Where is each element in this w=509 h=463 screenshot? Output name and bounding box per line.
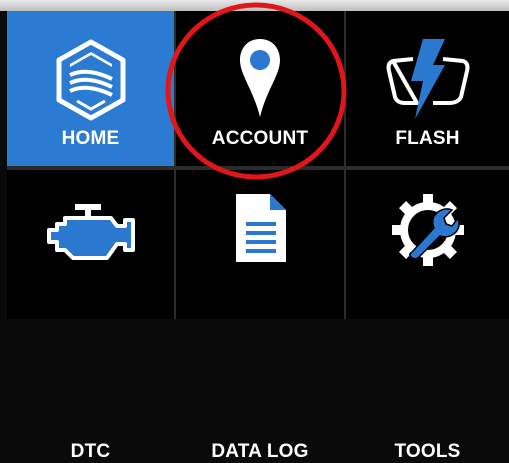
home-label: HOME [61,128,120,149]
account-label: ACCOUNT [211,128,309,149]
flash-icon [386,39,469,119]
flash-label: FLASH [395,128,460,149]
data-log-tile[interactable]: DATA LOG [176,170,344,462]
document-icon [236,194,286,262]
data-log-label: DATA LOG [211,441,309,462]
home-hexagon-icon [56,39,125,121]
dtc-label: DTC [70,441,111,462]
account-tile[interactable]: ACCOUNT [176,11,344,166]
top-edge-strip [0,0,509,11]
tools-label: TOOLS [394,441,461,462]
home-tile[interactable]: HOME [7,11,174,166]
main-menu-grid: HOME ACCOUNT FLASH DTC DATA LOG TOOLS [7,11,509,462]
wrench-gear-icon [391,194,464,266]
engine-icon [46,204,135,260]
location-pin-icon [240,39,280,117]
tools-tile[interactable]: TOOLS [346,170,509,462]
flash-tile[interactable]: FLASH [346,11,509,166]
dtc-tile[interactable]: DTC [7,170,174,462]
